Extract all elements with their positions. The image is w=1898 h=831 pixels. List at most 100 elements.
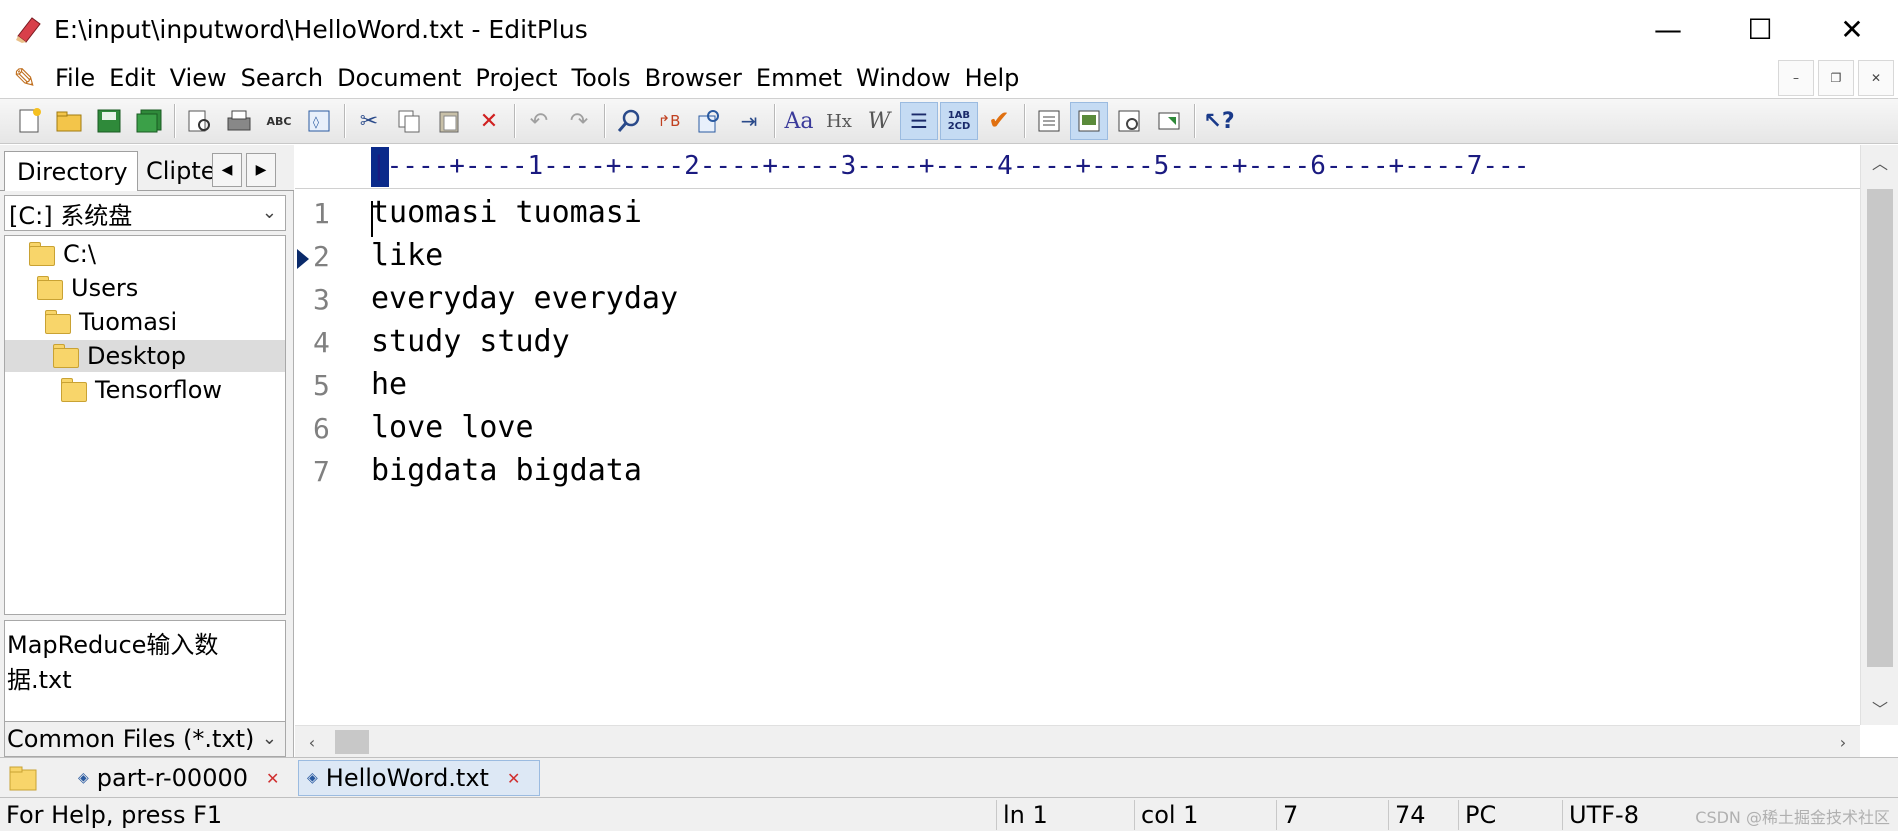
- spell-check-icon[interactable]: ABC: [260, 102, 298, 140]
- tree-item-users[interactable]: Users: [37, 272, 138, 304]
- tree-item-tensorflow[interactable]: Tensorflow: [61, 374, 222, 406]
- ruler-icon[interactable]: 1AB 2CD: [940, 102, 978, 140]
- file-list: MapReduce输入数据.txt: [4, 620, 286, 728]
- code-line[interactable]: study study: [371, 324, 570, 359]
- output-window-icon[interactable]: [1110, 102, 1148, 140]
- print-icon[interactable]: [220, 102, 258, 140]
- scrollbar-thumb[interactable]: [1867, 189, 1893, 667]
- full-screen-icon[interactable]: [1150, 102, 1188, 140]
- menu-window[interactable]: Window: [849, 64, 958, 92]
- status-bar: For Help, press F1 ln 1 col 1 7 74 PC UT…: [0, 797, 1898, 831]
- close-window-button[interactable]: ✕: [1806, 0, 1898, 58]
- menu-help[interactable]: Help: [958, 64, 1027, 92]
- code-line[interactable]: bigdata bigdata: [371, 453, 642, 488]
- vertical-scrollbar[interactable]: ︿ ﹀: [1860, 145, 1898, 725]
- tab-scroll-left-icon[interactable]: ◀: [212, 153, 242, 187]
- tree-item-desktop[interactable]: Desktop: [5, 340, 285, 372]
- code-line[interactable]: tuomasi tuomasi: [371, 195, 642, 230]
- find-icon[interactable]: [610, 102, 648, 140]
- word-wrap-icon[interactable]: W: [860, 102, 898, 140]
- replace-icon[interactable]: ↱B: [650, 102, 688, 140]
- editplus-app-icon: [14, 14, 44, 44]
- indent-icon[interactable]: ⇥: [730, 102, 768, 140]
- toolbar-separator: [604, 104, 606, 138]
- help-icon[interactable]: ↖?: [1200, 102, 1238, 140]
- line-number: 6: [313, 412, 330, 445]
- close-tab-icon[interactable]: ✕: [266, 769, 279, 788]
- code-line[interactable]: he: [371, 367, 407, 402]
- menu-edit[interactable]: Edit: [102, 64, 162, 92]
- browser-preview-icon[interactable]: ◊: [300, 102, 338, 140]
- directory-window-icon[interactable]: [1030, 102, 1068, 140]
- menu-file[interactable]: File: [48, 64, 102, 92]
- scrollbar-thumb[interactable]: [335, 730, 369, 754]
- save-icon[interactable]: [90, 102, 128, 140]
- line-number: 4: [313, 326, 330, 359]
- open-folder-icon: [53, 344, 79, 368]
- menu-search[interactable]: Search: [234, 64, 330, 92]
- hex-icon[interactable]: Hx: [820, 102, 858, 140]
- undo-icon[interactable]: ↶: [520, 102, 558, 140]
- horizontal-scrollbar[interactable]: ‹ ›: [295, 725, 1860, 757]
- open-folder-icon[interactable]: [50, 102, 88, 140]
- line-number-icon[interactable]: ☰: [900, 102, 938, 140]
- new-file-icon[interactable]: [10, 102, 48, 140]
- tab-scroll-right-icon[interactable]: ▶: [246, 153, 276, 187]
- menu-document[interactable]: Document: [330, 64, 468, 92]
- mdi-restore-button[interactable]: ❐: [1818, 60, 1854, 96]
- scroll-right-icon[interactable]: ›: [1826, 726, 1860, 758]
- toolbar-separator: [174, 104, 176, 138]
- cliptext-window-icon[interactable]: [1070, 102, 1108, 140]
- close-tab-icon[interactable]: ✕: [507, 769, 520, 788]
- drive-label: [C:] 系统盘: [9, 201, 133, 230]
- tree-item-label: C:\: [63, 240, 96, 268]
- check-icon[interactable]: ✔: [980, 102, 1018, 140]
- pen-icon: ✎: [13, 61, 37, 95]
- folder-icon[interactable]: [8, 764, 38, 792]
- doc-tab-helloword[interactable]: ◈ HelloWord.txt ✕: [298, 760, 540, 796]
- status-help: For Help, press F1: [6, 801, 223, 829]
- tab-directory[interactable]: Directory: [4, 151, 138, 191]
- file-list-item[interactable]: MapReduce输入数据.txt: [7, 625, 283, 695]
- doc-tab-part-r-00000[interactable]: ◈ part-r-00000 ✕: [70, 760, 294, 796]
- tree-item-label: Desktop: [87, 342, 186, 370]
- minimize-button[interactable]: —: [1622, 0, 1714, 58]
- code-line[interactable]: love love: [371, 410, 534, 445]
- status-char-count: 74: [1388, 800, 1458, 830]
- drive-select[interactable]: [C:] 系统盘 ⌄: [4, 195, 286, 231]
- font-icon[interactable]: Aa: [780, 102, 818, 140]
- mdi-close-button[interactable]: ✕: [1858, 60, 1894, 96]
- scroll-up-icon[interactable]: ︿: [1861, 145, 1898, 179]
- file-filter-select[interactable]: Common Files (*.txt) ⌄: [4, 721, 286, 757]
- print-preview-icon[interactable]: [180, 102, 218, 140]
- delete-icon[interactable]: ✕: [470, 102, 508, 140]
- tree-item-c-drive[interactable]: C:\: [29, 238, 96, 270]
- scroll-left-icon[interactable]: ‹: [295, 726, 329, 758]
- code-line[interactable]: like: [371, 238, 443, 273]
- tree-item-label: Tuomasi: [79, 308, 178, 336]
- code-line[interactable]: everyday everyday: [371, 281, 678, 316]
- menu-project[interactable]: Project: [468, 64, 564, 92]
- menu-tools[interactable]: Tools: [565, 64, 638, 92]
- ruler-scale: |----+----1----+----2----+----3----+----…: [371, 151, 1530, 181]
- mdi-minimize-button[interactable]: –: [1778, 60, 1814, 96]
- toolbar: ABC ◊ ✂ ✕ ↶ ↷ ↱B ⇥ Aa Hx W ☰ 1AB 2CD ✔ ↖?: [0, 98, 1898, 144]
- scroll-down-icon[interactable]: ﹀: [1861, 691, 1898, 725]
- folder-icon: [45, 310, 71, 334]
- maximize-button[interactable]: ☐: [1714, 0, 1806, 58]
- tree-item-tuomasi[interactable]: Tuomasi: [45, 306, 177, 338]
- redo-icon[interactable]: ↷: [560, 102, 598, 140]
- goto-icon[interactable]: [690, 102, 728, 140]
- folder-icon: [37, 276, 63, 300]
- toolbar-separator: [774, 104, 776, 138]
- menu-browser[interactable]: Browser: [638, 64, 749, 92]
- tab-cliptext[interactable]: Clipte: [140, 151, 212, 191]
- left-panel-tabs: Directory Clipte ◀ ▶: [0, 145, 294, 191]
- menu-emmet[interactable]: Emmet: [749, 64, 849, 92]
- menu-view[interactable]: View: [163, 64, 234, 92]
- status-column: col 1: [1134, 800, 1276, 830]
- copy-icon[interactable]: [390, 102, 428, 140]
- paste-icon[interactable]: [430, 102, 468, 140]
- cut-icon[interactable]: ✂: [350, 102, 388, 140]
- save-all-icon[interactable]: [130, 102, 168, 140]
